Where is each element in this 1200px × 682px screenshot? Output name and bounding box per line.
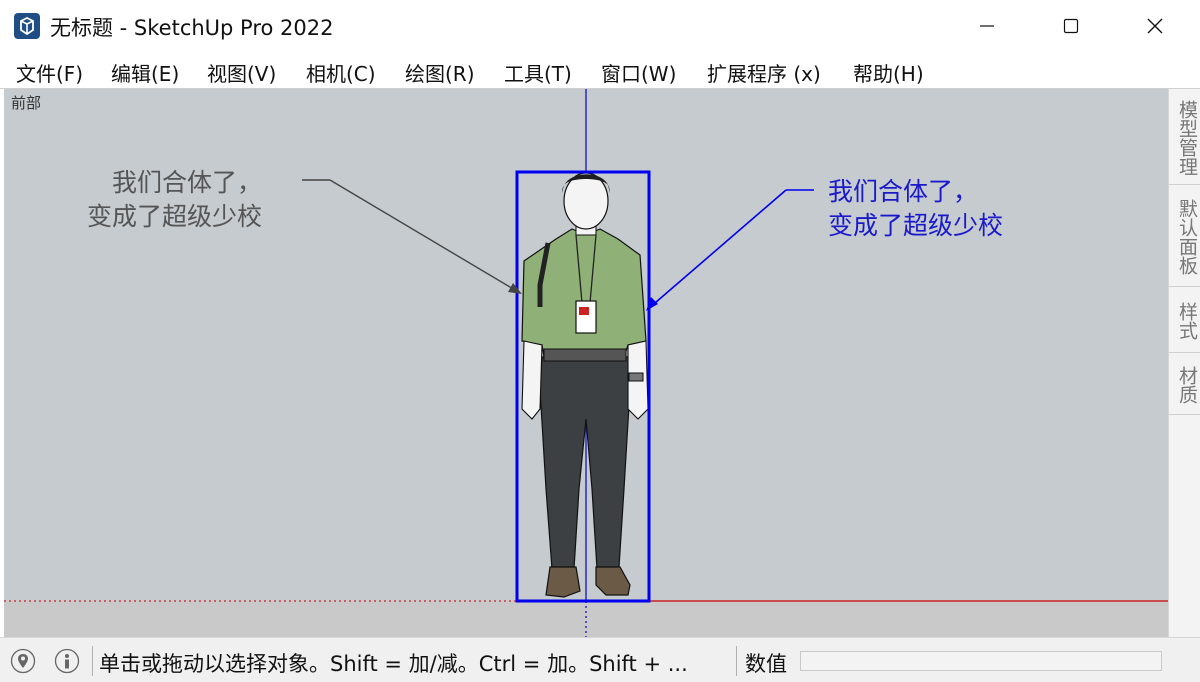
minimize-button[interactable]	[944, 0, 1030, 52]
title-bar: 无标题 - SketchUp Pro 2022	[0, 0, 1200, 52]
sketchup-logo-icon	[14, 13, 40, 39]
measurements-input[interactable]	[800, 651, 1162, 671]
menu-extensions[interactable]: 扩展程序 (x)	[707, 58, 821, 87]
status-message: 单击或拖动以选择对象。Shift = 加/减。Ctrl = 加。Shift + …	[99, 652, 688, 676]
menu-bar: 文件(F) 编辑(E) 视图(V) 相机(C) 绘图(R) 工具(T) 窗口(W…	[0, 52, 1200, 89]
tray-tab-styles[interactable]: 样式	[1169, 287, 1200, 353]
close-button[interactable]	[1112, 0, 1198, 52]
status-separator	[736, 646, 737, 676]
menu-tools[interactable]: 工具(T)	[504, 58, 572, 87]
menu-window[interactable]: 窗口(W)	[601, 58, 676, 87]
menu-view[interactable]: 视图(V)	[207, 58, 276, 87]
menu-help[interactable]: 帮助(H)	[853, 58, 924, 87]
callout-left-line1: 我们合体了，	[112, 168, 263, 197]
status-bar: 单击或拖动以选择对象。Shift = 加/减。Ctrl = 加。Shift + …	[0, 637, 1200, 682]
tray-tab-outliner[interactable]: 模型管理	[1169, 89, 1200, 185]
menu-camera[interactable]: 相机(C)	[306, 58, 376, 87]
minimize-icon	[980, 25, 994, 27]
menu-draw[interactable]: 绘图(R)	[405, 58, 475, 87]
default-tray: 模型管理 默认面板 样式 材质	[1168, 89, 1200, 637]
maximize-button[interactable]	[1028, 0, 1114, 52]
callout-right-text[interactable]: 我们合体了， 变成了超级少校	[828, 175, 1003, 243]
callout-right-line1: 我们合体了，	[828, 177, 979, 206]
tray-tab-default-panel[interactable]: 默认面板	[1169, 185, 1200, 287]
measurements-label: 数值	[745, 652, 787, 676]
maximize-icon	[1063, 18, 1079, 34]
window-title: 无标题 - SketchUp Pro 2022	[50, 16, 334, 40]
menu-edit[interactable]: 编辑(E)	[111, 58, 179, 87]
drawing-viewport[interactable]: 前部 我们合体了， 变成了超级少校 我们合体了， 变成了超级少校	[4, 89, 1168, 637]
callout-right-leader	[646, 189, 814, 311]
callout-left-leader	[302, 179, 522, 294]
tray-tab-materials[interactable]: 材质	[1169, 353, 1200, 415]
geo-location-icon[interactable]	[10, 648, 36, 674]
callout-right-line2: 变成了超级少校	[828, 211, 1004, 240]
callout-left-line2: 变成了超级少校	[87, 202, 263, 231]
scale-figure[interactable]	[521, 172, 649, 598]
menu-file[interactable]: 文件(F)	[16, 58, 83, 87]
status-separator	[92, 646, 93, 676]
view-name-label: 前部	[11, 94, 42, 112]
callout-left-text[interactable]: 我们合体了， 变成了超级少校	[84, 166, 262, 234]
close-icon	[1147, 18, 1163, 34]
info-icon[interactable]	[54, 648, 80, 674]
